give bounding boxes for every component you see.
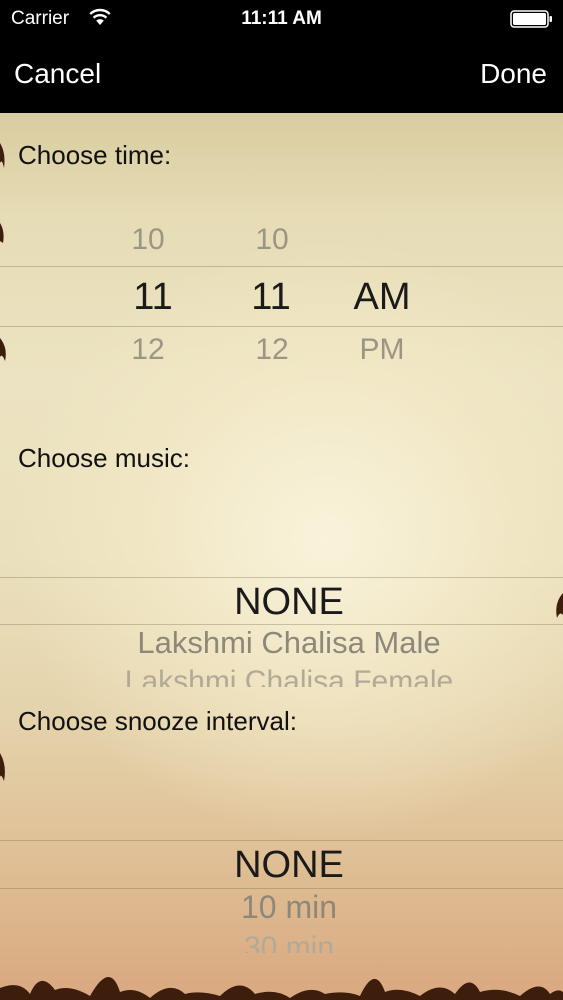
hour-option-above[interactable]: 10 [108,223,188,257]
alarm-settings-panel: Choose time: 10 11 12 10 11 12 AM PM Cho… [0,113,563,1000]
hour-option-selected[interactable]: 11 [108,276,198,319]
nav-bar: Cancel Done [0,38,563,113]
time-picker-bottom-line [0,326,563,327]
music-option-selected[interactable]: NONE [0,581,563,624]
flame-decoration-bottom [0,976,563,1000]
battery-icon [510,10,552,28]
cancel-button[interactable]: Cancel [14,58,101,90]
minute-option-selected[interactable]: 11 [226,276,316,319]
hour-option-below[interactable]: 12 [108,333,188,367]
done-button[interactable]: Done [480,58,547,90]
choose-snooze-label: Choose snooze interval: [18,706,297,736]
period-option-below[interactable]: PM [340,333,424,367]
snooze-option-selected[interactable]: NONE [0,844,563,887]
minute-option-below[interactable]: 12 [230,333,314,367]
music-option-below-2[interactable]: Lakshmi Chalisa Female [0,665,563,687]
music-picker-top-line [0,577,563,578]
period-option-selected[interactable]: AM [340,276,424,319]
status-bar: Carrier 11:11 AM [0,0,563,38]
snooze-picker-top-line [0,840,563,841]
minute-option-above[interactable]: 10 [230,223,314,257]
choose-music-label: Choose music: [18,443,190,473]
status-time: 11:11 AM [241,8,322,29]
choose-time-label: Choose time: [18,140,172,170]
music-option-below-1[interactable]: Lakshmi Chalisa Male [0,625,563,661]
flame-decoration-right [556,593,563,618]
time-picker-top-line [0,266,563,267]
music-option-below-2-clip: Lakshmi Chalisa Female [0,665,563,687]
snooze-option-below-1[interactable]: 10 min [0,889,563,926]
flame-decoration-left [0,143,6,781]
